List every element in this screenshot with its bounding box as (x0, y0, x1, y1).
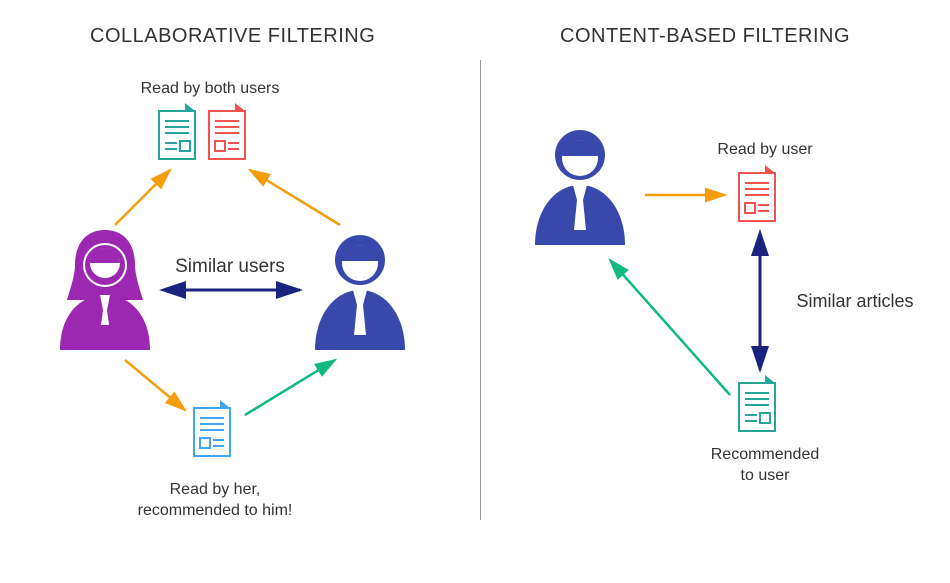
arrows-layer-right (480, 0, 950, 560)
arrows-layer (0, 0, 480, 560)
